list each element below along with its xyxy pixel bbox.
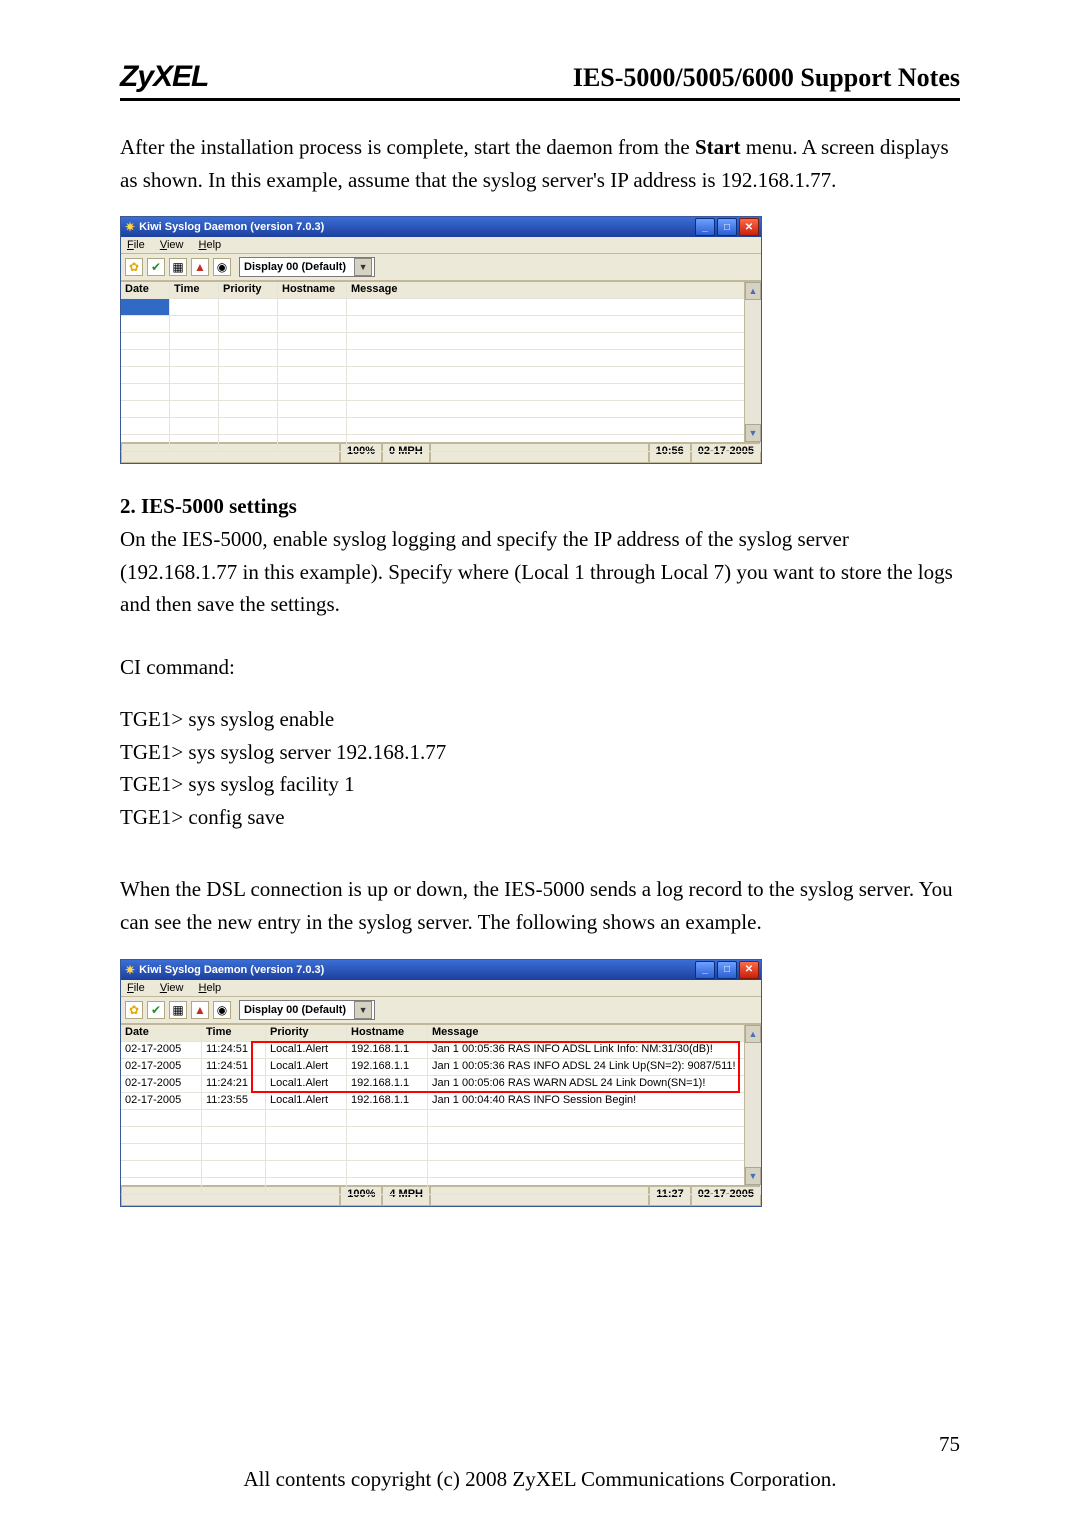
cell-date: 02-17-2005 [121, 1093, 202, 1110]
cell-priority: Local1.Alert [266, 1059, 347, 1076]
minimize-button[interactable]: _ [695, 961, 715, 979]
app-icon: ✷ [125, 220, 135, 234]
section-2-paragraph: On the IES-5000, enable syslog logging a… [120, 523, 960, 621]
col-time[interactable]: Time [170, 282, 219, 299]
menu-help[interactable]: Help [199, 982, 222, 994]
toolbar-icon-2[interactable]: ✔ [147, 1001, 165, 1019]
copyright-footer: All contents copyright (c) 2008 ZyXEL Co… [0, 1467, 1080, 1492]
cell-hostname: 192.168.1.1 [347, 1042, 428, 1059]
kiwi-window-logs: ✷ Kiwi Syslog Daemon (version 7.0.3) _ □… [120, 959, 762, 1207]
col-date[interactable]: Date [121, 282, 170, 299]
menubar: File View Help [121, 237, 761, 254]
cell-message: Jan 1 00:05:36 RAS INFO ADSL 24 Link Up(… [428, 1059, 761, 1076]
menu-file[interactable]: File [127, 239, 145, 251]
col-hostname[interactable]: Hostname [278, 282, 347, 299]
ci-command-block: TGE1> sys syslog enable TGE1> sys syslog… [120, 703, 960, 833]
scroll-up-icon[interactable]: ▲ [745, 282, 761, 300]
ci-command-label: CI command: [120, 651, 960, 684]
cell-time: 11:24:51 [202, 1042, 266, 1059]
cell-priority: Local1.Alert [266, 1093, 347, 1110]
kiwi-window-empty: ✷ Kiwi Syslog Daemon (version 7.0.3) _ □… [120, 216, 762, 464]
app-icon: ✷ [125, 963, 135, 977]
col-message[interactable]: Message [347, 282, 761, 299]
cell-message: Jan 1 00:05:36 RAS INFO ADSL Link Info: … [428, 1042, 761, 1059]
window-title: Kiwi Syslog Daemon (version 7.0.3) [139, 964, 324, 976]
maximize-button[interactable]: □ [717, 218, 737, 236]
vertical-scrollbar[interactable]: ▲ ▼ [744, 282, 761, 442]
col-priority[interactable]: Priority [266, 1025, 347, 1042]
toolbar: ✿ ✔ ▦ ▲ ◉ Display 00 (Default) ▼ [121, 997, 761, 1024]
toolbar-icon-4[interactable]: ▲ [191, 1001, 209, 1019]
cell-hostname: 192.168.1.1 [347, 1076, 428, 1093]
cell-date: 02-17-2005 [121, 1042, 202, 1059]
page-number: 75 [939, 1432, 960, 1457]
close-button[interactable]: ✕ [739, 218, 759, 236]
window-title: Kiwi Syslog Daemon (version 7.0.3) [139, 221, 324, 233]
toolbar-icon-3[interactable]: ▦ [169, 258, 187, 276]
scroll-down-icon[interactable]: ▼ [745, 424, 761, 442]
vertical-scrollbar[interactable]: ▲ ▼ [744, 1025, 761, 1185]
minimize-button[interactable]: _ [695, 218, 715, 236]
cell-message: Jan 1 00:05:06 RAS WARN ADSL 24 Link Dow… [428, 1076, 761, 1093]
menu-help[interactable]: Help [199, 239, 222, 251]
log-grid: Date Time Priority Hostname Message 02-1… [121, 1024, 761, 1185]
col-time[interactable]: Time [202, 1025, 266, 1042]
cell-priority: Local1.Alert [266, 1042, 347, 1059]
log-grid-empty: Date Time Priority Hostname Message ▲ ▼ [121, 281, 761, 442]
intro-paragraph: After the installation process is comple… [120, 131, 960, 196]
brand-logo: ZyXEL [120, 60, 208, 94]
cell-time: 11:23:55 [202, 1093, 266, 1110]
close-button[interactable]: ✕ [739, 961, 759, 979]
toolbar-icon-3[interactable]: ▦ [169, 1001, 187, 1019]
toolbar: ✿ ✔ ▦ ▲ ◉ Display 00 (Default) ▼ [121, 254, 761, 281]
menu-view[interactable]: View [160, 239, 184, 251]
toolbar-icon-5[interactable]: ◉ [213, 1001, 231, 1019]
table-row[interactable]: 02-17-200511:24:51Local1.Alert192.168.1.… [121, 1059, 761, 1076]
doc-title: IES-5000/5005/6000 Support Notes [573, 63, 960, 93]
cell-hostname: 192.168.1.1 [347, 1093, 428, 1110]
cell-hostname: 192.168.1.1 [347, 1059, 428, 1076]
cell-priority: Local1.Alert [266, 1076, 347, 1093]
maximize-button[interactable]: □ [717, 961, 737, 979]
col-priority[interactable]: Priority [219, 282, 278, 299]
section-2-title: 2. IES-5000 settings [120, 494, 960, 519]
dropdown-arrow-icon[interactable]: ▼ [354, 258, 372, 276]
cell-message: Jan 1 00:04:40 RAS INFO Session Begin! [428, 1093, 761, 1110]
toolbar-icon-1[interactable]: ✿ [125, 1001, 143, 1019]
cell-date: 02-17-2005 [121, 1059, 202, 1076]
cell-date: 02-17-2005 [121, 1076, 202, 1093]
toolbar-icon-5[interactable]: ◉ [213, 258, 231, 276]
table-row[interactable]: 02-17-200511:23:55Local1.Alert192.168.1.… [121, 1093, 761, 1110]
toolbar-icon-4[interactable]: ▲ [191, 258, 209, 276]
table-row[interactable]: 02-17-200511:24:51Local1.Alert192.168.1.… [121, 1042, 761, 1059]
toolbar-icon-1[interactable]: ✿ [125, 258, 143, 276]
table-row[interactable]: 02-17-200511:24:21Local1.Alert192.168.1.… [121, 1076, 761, 1093]
cell-time: 11:24:21 [202, 1076, 266, 1093]
cell-time: 11:24:51 [202, 1059, 266, 1076]
scroll-down-icon[interactable]: ▼ [745, 1167, 761, 1185]
dropdown-arrow-icon[interactable]: ▼ [354, 1001, 372, 1019]
scroll-up-icon[interactable]: ▲ [745, 1025, 761, 1043]
col-hostname[interactable]: Hostname [347, 1025, 428, 1042]
display-select[interactable]: Display 00 (Default) ▼ [239, 257, 375, 277]
menu-file[interactable]: File [127, 982, 145, 994]
paragraph-3: When the DSL connection is up or down, t… [120, 873, 960, 938]
menu-view[interactable]: View [160, 982, 184, 994]
display-select-label: Display 00 (Default) [244, 1004, 346, 1016]
display-select-label: Display 00 (Default) [244, 261, 346, 273]
menubar: File View Help [121, 980, 761, 997]
col-date[interactable]: Date [121, 1025, 202, 1042]
toolbar-icon-2[interactable]: ✔ [147, 258, 165, 276]
col-message[interactable]: Message [428, 1025, 761, 1042]
display-select[interactable]: Display 00 (Default) ▼ [239, 1000, 375, 1020]
